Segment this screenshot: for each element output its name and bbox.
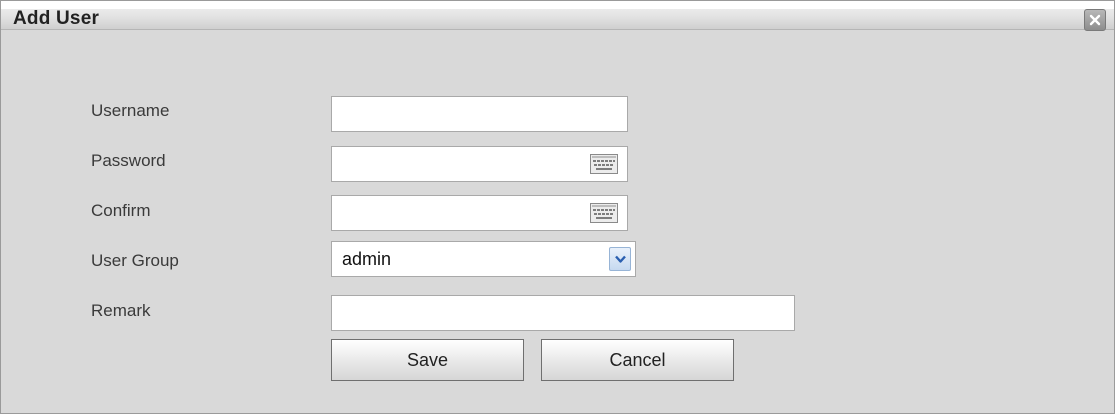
keyboard-icon[interactable] [590,154,618,174]
close-button[interactable] [1084,9,1106,31]
dialog-titlebar: Add User [1,1,1114,31]
keyboard-icon[interactable] [590,203,618,223]
chevron-down-icon [615,255,626,263]
confirm-password-input[interactable] [331,195,628,231]
password-label: Password [91,151,166,170]
user-group-label: User Group [91,251,179,270]
cancel-button[interactable]: Cancel [541,339,734,381]
user-group-selected-value: admin [342,249,392,269]
titlebar-top-strip [1,1,1114,9]
user-group-dropdown-button[interactable] [609,247,631,271]
dialog-title: Add User [13,8,100,29]
username-input[interactable] [331,96,628,132]
user-group-select[interactable]: admin [331,241,636,277]
add-user-dialog: Add User Username Password Confirm User … [0,0,1115,414]
username-label: Username [91,101,170,120]
close-icon [1089,14,1101,26]
remark-label: Remark [91,301,151,320]
confirm-label: Confirm [91,201,151,220]
password-input[interactable] [331,146,628,182]
remark-input[interactable] [331,295,795,331]
save-button[interactable]: Save [331,339,524,381]
